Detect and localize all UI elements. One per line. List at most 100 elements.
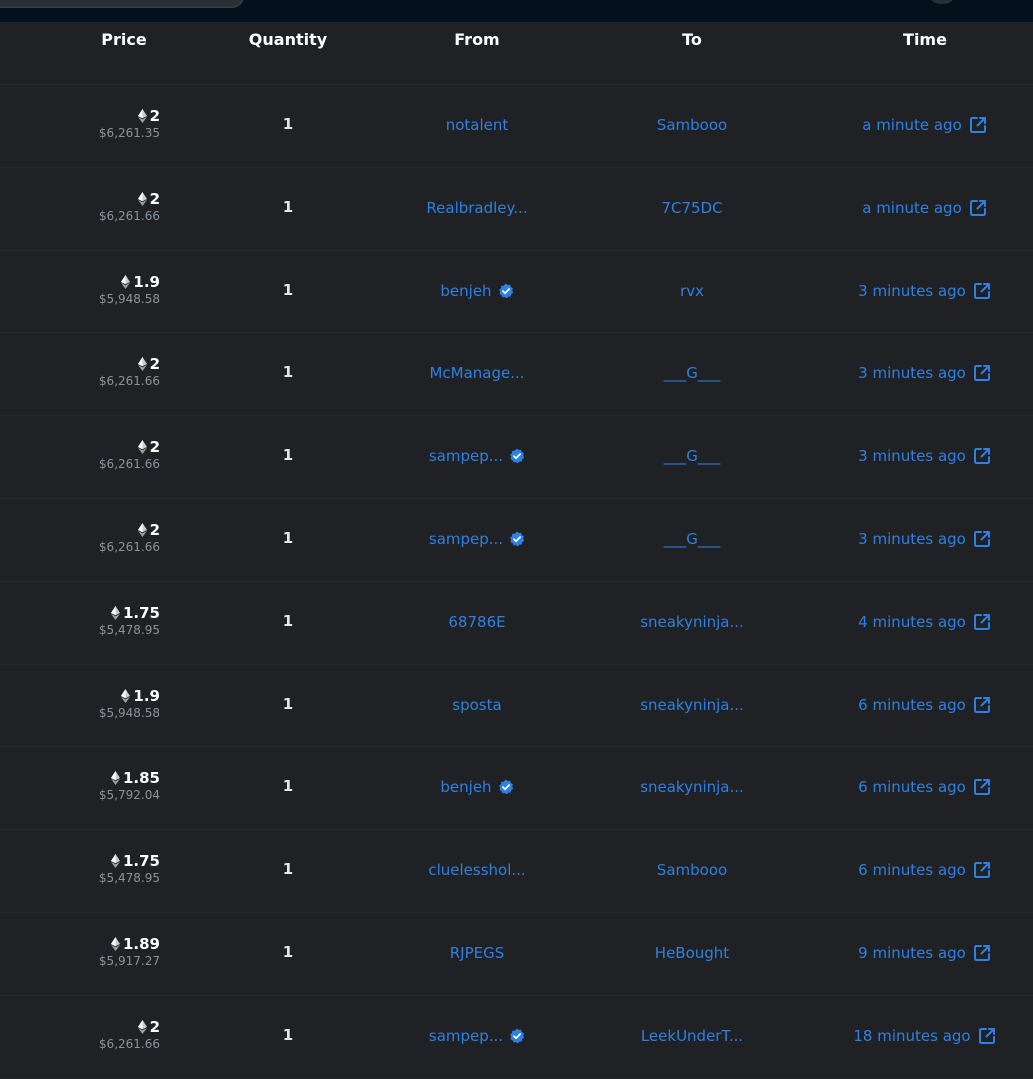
external-link-icon[interactable]	[972, 943, 992, 963]
time-cell[interactable]: 3 minutes ago	[815, 363, 1033, 383]
to-user-link[interactable]: rvx	[592, 282, 792, 300]
from-user-link[interactable]: Realbradley...	[426, 199, 527, 217]
from-user-link[interactable]: sampep...	[429, 447, 503, 465]
from-user-link[interactable]: sposta	[452, 696, 501, 714]
external-link-icon[interactable]	[972, 363, 992, 383]
time-link[interactable]: a minute ago	[862, 116, 962, 134]
eth-icon	[110, 771, 120, 786]
quantity-cell: 1	[282, 115, 294, 133]
external-link-icon[interactable]	[972, 860, 992, 880]
external-link-icon[interactable]	[972, 612, 992, 632]
header-from: From	[454, 30, 500, 49]
table-row: 1.75 $5,478.95 1 68786E sneakyninja... 4 minu…	[0, 582, 1033, 665]
from-cell[interactable]: 68786E	[377, 613, 577, 631]
from-cell[interactable]: notalent	[377, 116, 577, 134]
external-link-icon[interactable]	[972, 281, 992, 301]
time-link[interactable]: 4 minutes ago	[858, 613, 966, 631]
time-cell[interactable]: 3 minutes ago	[815, 529, 1033, 549]
from-user-link[interactable]: 68786E	[448, 613, 505, 631]
time-cell[interactable]: 6 minutes ago	[815, 695, 1033, 715]
external-link-icon[interactable]	[972, 446, 992, 466]
price-cell: 2 $6,261.66	[99, 1019, 160, 1052]
search-bar-edge[interactable]	[0, 0, 244, 8]
to-user-link[interactable]: ___G___	[592, 364, 792, 382]
time-link[interactable]: 3 minutes ago	[858, 447, 966, 465]
verified-badge-icon	[509, 531, 525, 547]
external-link-icon[interactable]	[968, 115, 988, 135]
from-user-link[interactable]: McManage...	[429, 364, 524, 382]
time-link[interactable]: 9 minutes ago	[858, 944, 966, 962]
price-cell: 1.9 $5,948.58	[99, 274, 160, 307]
from-user-link[interactable]: benjeh	[440, 282, 491, 300]
price-usd: $6,261.66	[98, 374, 160, 389]
to-user-link[interactable]: Sambooo	[592, 861, 792, 879]
table-row: 1.85 $5,792.04 1 benjeh sneakyninja... 6 minu…	[0, 747, 1033, 831]
from-user-link[interactable]: RJPEGS	[450, 944, 505, 962]
from-user-link[interactable]: sampep...	[429, 1027, 503, 1045]
to-user-link[interactable]: LeekUnderT...	[592, 1027, 792, 1045]
price-eth: 1.9	[133, 686, 160, 705]
from-user-link[interactable]: cluelesshol...	[428, 861, 525, 879]
from-cell[interactable]: sampep...	[377, 1027, 577, 1045]
time-cell[interactable]: 18 minutes ago	[815, 1026, 1033, 1046]
to-user-link[interactable]: Sambooo	[592, 116, 792, 134]
external-link-icon[interactable]	[968, 198, 988, 218]
price-eth: 2	[149, 1017, 160, 1036]
price-usd: $5,948.58	[98, 291, 160, 306]
price-eth: 2	[149, 520, 160, 539]
from-cell[interactable]: sampep...	[377, 447, 577, 465]
time-cell[interactable]: 6 minutes ago	[815, 860, 1033, 880]
time-link[interactable]: 3 minutes ago	[858, 364, 966, 382]
eth-icon	[137, 440, 147, 455]
time-link[interactable]: 3 minutes ago	[858, 282, 966, 300]
table-row: 1.89 $5,917.27 1 RJPEGS HeBought 9 minutes ag…	[0, 913, 1033, 996]
to-user-link[interactable]: HeBought	[592, 944, 792, 962]
to-user-link[interactable]: sneakyninja...	[592, 778, 792, 796]
price-eth: 1.85	[122, 769, 160, 788]
external-link-icon[interactable]	[972, 777, 992, 797]
external-link-icon[interactable]	[977, 1026, 997, 1046]
time-link[interactable]: 3 minutes ago	[858, 530, 966, 548]
to-user-link[interactable]: sneakyninja...	[592, 613, 792, 631]
from-cell[interactable]: benjeh	[377, 282, 577, 300]
table-row: 1.9 $5,948.58 1 sposta sneakyninja... 6 minut…	[0, 665, 1033, 748]
sales-table-body: 2 $6,261.35 1 notalent Sambooo a minute ago 2 $…	[0, 85, 1033, 1079]
external-link-icon[interactable]	[972, 695, 992, 715]
profile-avatar-edge[interactable]	[930, 0, 954, 4]
from-user-link[interactable]: notalent	[446, 116, 509, 134]
eth-icon	[110, 605, 120, 620]
external-link-icon[interactable]	[972, 529, 992, 549]
time-link[interactable]: 6 minutes ago	[858, 861, 966, 879]
to-user-link[interactable]: sneakyninja...	[592, 696, 792, 714]
from-cell[interactable]: benjeh	[377, 778, 577, 796]
time-link[interactable]: a minute ago	[862, 199, 962, 217]
from-user-link[interactable]: benjeh	[440, 778, 491, 796]
to-user-link[interactable]: 7C75DC	[592, 199, 792, 217]
from-user-link[interactable]: sampep...	[429, 530, 503, 548]
quantity-cell: 1	[282, 446, 294, 465]
from-cell[interactable]: RJPEGS	[377, 944, 577, 962]
to-user-link[interactable]: ___G___	[592, 530, 792, 548]
time-cell[interactable]: 9 minutes ago	[815, 943, 1033, 963]
time-cell[interactable]: 4 minutes ago	[815, 612, 1033, 632]
header-to: To	[682, 30, 702, 49]
to-user-link[interactable]: ___G___	[592, 447, 792, 465]
time-cell[interactable]: 3 minutes ago	[815, 281, 1033, 301]
from-cell[interactable]: McManage...	[377, 364, 577, 382]
time-cell[interactable]: 3 minutes ago	[815, 446, 1033, 466]
time-link[interactable]: 6 minutes ago	[858, 778, 966, 796]
eth-icon	[137, 109, 147, 123]
from-cell[interactable]: sampep...	[377, 530, 577, 548]
time-cell[interactable]: a minute ago	[815, 115, 1033, 135]
price-eth: 2	[149, 355, 160, 374]
price-usd: $5,948.58	[98, 705, 160, 720]
time-link[interactable]: 18 minutes ago	[853, 1027, 970, 1045]
time-cell[interactable]: 6 minutes ago	[815, 777, 1033, 797]
from-cell[interactable]: cluelesshol...	[377, 861, 577, 879]
from-cell[interactable]: Realbradley...	[377, 199, 577, 217]
time-link[interactable]: 6 minutes ago	[858, 696, 966, 714]
table-row: 2 $6,261.66 1 Realbradley... 7C75DC a minute …	[0, 168, 1033, 251]
from-cell[interactable]: sposta	[377, 696, 577, 714]
table-row: 1.75 $5,478.95 1 cluelesshol... Sambooo 6 min…	[0, 830, 1033, 913]
time-cell[interactable]: a minute ago	[815, 198, 1033, 218]
